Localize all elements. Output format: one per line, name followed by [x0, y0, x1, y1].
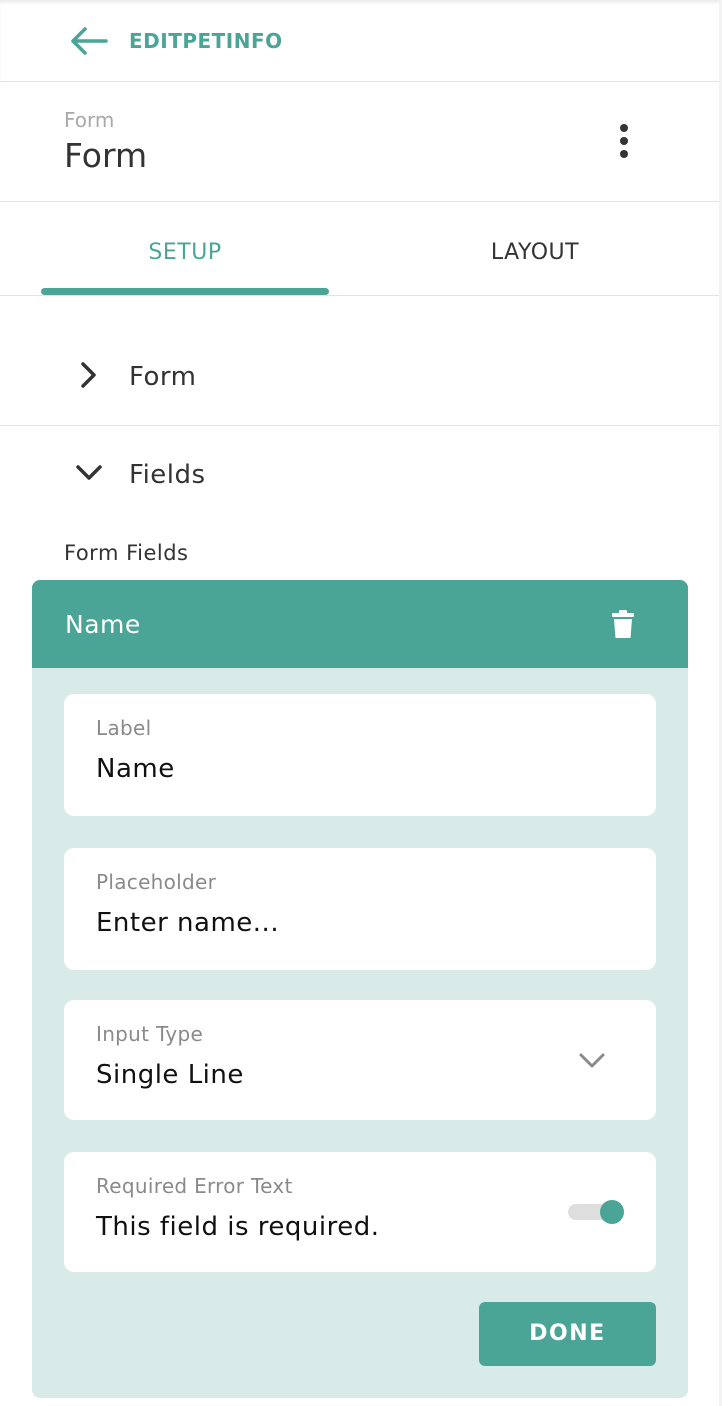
placeholder-field[interactable]: Placeholder Enter name... [64, 848, 656, 970]
toggle-thumb [600, 1200, 624, 1224]
required-error-label: Required Error Text [96, 1174, 293, 1198]
page-title: Form [64, 136, 148, 175]
input-type-label: Input Type [96, 1022, 204, 1046]
field-card-title: Name [65, 610, 141, 639]
section-fields-toggle[interactable]: Fields [0, 426, 722, 522]
field-card-header: Name [32, 580, 688, 668]
active-tab-indicator [41, 288, 329, 295]
label-field[interactable]: Label Name [64, 694, 656, 816]
done-button[interactable]: DONE [479, 1302, 656, 1366]
section-form-label: Form [129, 362, 197, 392]
tab-setup[interactable]: SETUP [5, 202, 365, 296]
chevron-right-icon [81, 362, 96, 388]
required-toggle[interactable] [568, 1198, 628, 1226]
trash-icon[interactable] [608, 608, 638, 640]
page-header: Form Form [0, 82, 722, 202]
input-type-value: Single Line [96, 1060, 244, 1090]
placeholder-field-label: Placeholder [96, 870, 217, 894]
required-error-field[interactable]: Required Error Text This field is requir… [64, 1152, 656, 1272]
form-fields-heading: Form Fields [64, 541, 189, 565]
tab-layout[interactable]: LAYOUT [355, 202, 715, 296]
required-error-value[interactable]: This field is required. [96, 1212, 380, 1242]
label-field-value[interactable]: Name [96, 754, 175, 784]
chevron-down-icon [76, 465, 102, 480]
section-form-toggle[interactable]: Form [0, 328, 722, 426]
chevron-down-icon [579, 1053, 605, 1068]
back-link-title[interactable]: EDITPETINFO [129, 29, 283, 53]
input-type-select[interactable]: Input Type Single Line [64, 1000, 656, 1120]
label-field-label: Label [96, 716, 152, 740]
more-vertical-icon[interactable] [606, 120, 642, 164]
tab-bar: SETUP LAYOUT [0, 202, 722, 296]
arrow-left-icon[interactable] [68, 24, 108, 58]
top-app-bar: EDITPETINFO [0, 0, 722, 82]
section-fields-label: Fields [129, 460, 206, 490]
header-overline: Form [64, 108, 115, 132]
field-editor-card: Name Label Name Placeholder Enter name..… [32, 580, 688, 1398]
placeholder-field-value[interactable]: Enter name... [96, 908, 279, 938]
